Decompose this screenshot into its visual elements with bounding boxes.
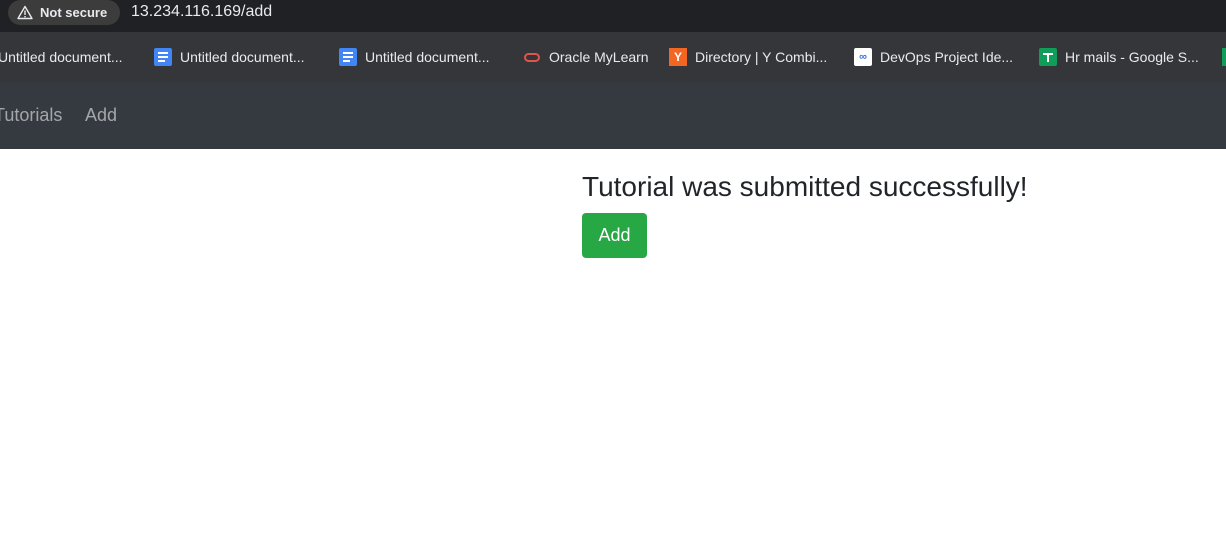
oracle-icon — [523, 48, 541, 66]
nav-link-tutorials[interactable]: Tutorials — [0, 105, 62, 126]
add-button[interactable]: Add — [582, 213, 647, 258]
warning-icon — [17, 5, 33, 20]
devops-icon: ∞ — [854, 48, 872, 66]
bookmark-label: Untitled document... — [180, 49, 305, 65]
security-label: Not secure — [40, 5, 108, 20]
bookmark-oracle-mylearn[interactable]: Oracle MyLearn — [523, 47, 649, 67]
bookmark-untitled-document-3[interactable]: Untitled document... — [339, 47, 490, 67]
bookmark-label: DevOps Project Ide... — [880, 49, 1014, 65]
bookmark-label: Untitled document... — [365, 49, 490, 65]
nav-link-add[interactable]: Add — [85, 105, 117, 126]
bookmark-untitled-document-2[interactable]: Untitled document... — [154, 47, 305, 67]
google-sheets-icon — [1039, 48, 1057, 66]
google-docs-icon — [154, 48, 172, 66]
bookmark-label: Hr mails - Google S... — [1065, 49, 1199, 65]
bookmarks-bar: Untitled document... Untitled document..… — [0, 32, 1226, 83]
google-docs-icon — [339, 48, 357, 66]
bookmark-yc-directory[interactable]: Y Directory | Y Combi... — [669, 47, 827, 67]
bookmark-label: Directory | Y Combi... — [695, 49, 828, 65]
url-field[interactable]: 13.234.116.169/add — [131, 3, 272, 21]
browser-address-bar: Not secure 13.234.116.169/add — [0, 0, 1226, 32]
security-indicator[interactable]: Not secure — [8, 0, 120, 25]
success-message: Tutorial was submitted successfully! — [582, 171, 1028, 202]
bookmark-untitled-document-1[interactable]: Untitled document... — [0, 47, 123, 67]
app-navbar: Tutorials Add — [0, 82, 1226, 149]
ycombinator-icon: Y — [669, 48, 687, 66]
bookmark-overflow-icon[interactable] — [1222, 48, 1226, 66]
bookmark-hr-mails[interactable]: Hr mails - Google S... — [1039, 47, 1199, 67]
bookmark-label: Untitled document... — [0, 49, 123, 65]
bookmark-label: Oracle MyLearn — [549, 49, 649, 65]
bookmark-devops-project[interactable]: ∞ DevOps Project Ide... — [854, 47, 1013, 67]
